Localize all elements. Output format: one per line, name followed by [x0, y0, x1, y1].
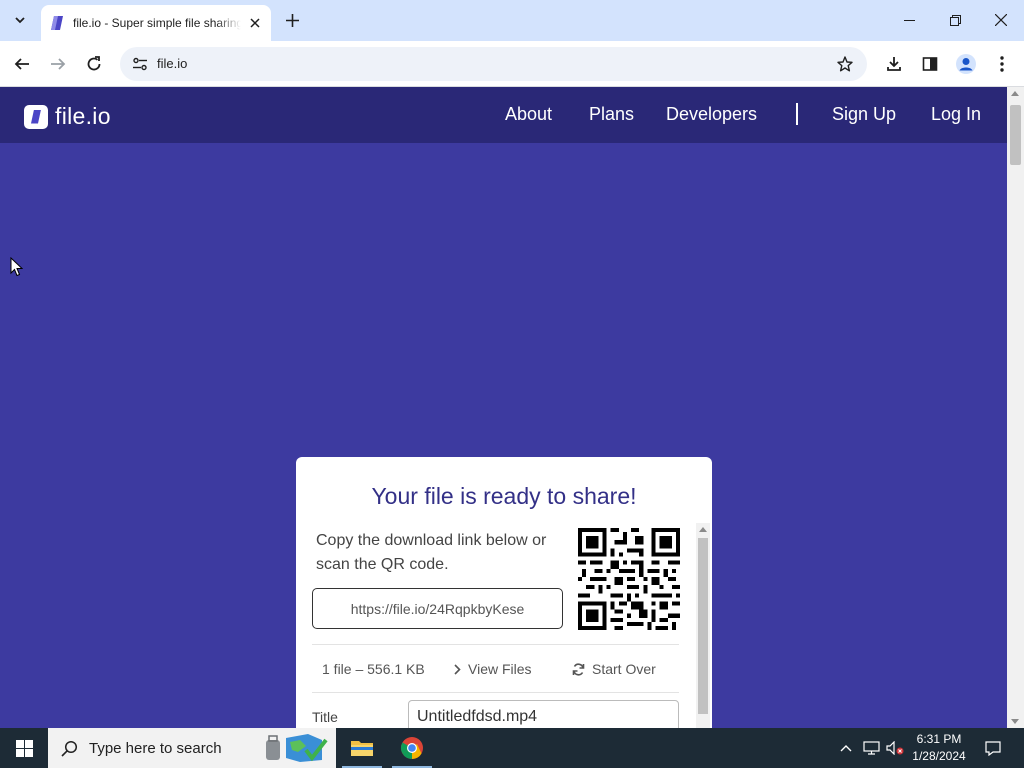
scroll-up-arrow-icon[interactable] [1011, 91, 1019, 96]
browser-tab-active[interactable]: file.io - Super simple file sharing [41, 5, 271, 41]
browser-toolbar: file.io [0, 41, 1024, 87]
nav-about[interactable]: About [505, 104, 552, 125]
profile-button[interactable] [952, 50, 980, 78]
plus-icon [285, 13, 299, 27]
scroll-up-arrow-icon[interactable] [699, 527, 707, 532]
page-content: Your file is ready to share! Copy the do… [0, 143, 1007, 728]
start-over-label: Start Over [592, 661, 656, 677]
tab-title: file.io - Super simple file sharing [73, 16, 241, 30]
chrome-icon [401, 737, 423, 759]
network-button[interactable] [860, 728, 882, 768]
qr-code-icon [578, 528, 680, 630]
file-info-text: 1 file – 556.1 KB [322, 661, 425, 677]
view-files-label: View Files [468, 661, 532, 677]
nav-log-in[interactable]: Log In [931, 104, 981, 125]
bookmark-star-icon[interactable] [833, 52, 857, 76]
notification-icon [985, 740, 1001, 756]
view-files-button[interactable]: View Files [454, 661, 532, 677]
divider [312, 692, 679, 693]
close-window-button[interactable] [978, 0, 1024, 40]
chevron-up-icon [840, 745, 852, 752]
folder-icon [351, 741, 373, 756]
site-info-icon[interactable] [128, 52, 152, 76]
tab-strip: file.io - Super simple file sharing [0, 0, 1024, 41]
share-description: Copy the download link below or scan the… [316, 532, 547, 573]
nav-divider [796, 103, 798, 125]
tab-search-button[interactable] [7, 8, 33, 32]
show-hidden-icons-button[interactable] [836, 728, 856, 768]
refresh-icon [572, 662, 585, 676]
nav-developers[interactable]: Developers [666, 104, 757, 125]
close-icon [995, 14, 1007, 26]
search-placeholder: Type here to search [89, 739, 222, 757]
nav-sign-up[interactable]: Sign Up [832, 104, 896, 125]
scroll-down-arrow-icon[interactable] [1011, 719, 1019, 724]
fileio-favicon-icon [50, 16, 64, 30]
address-bar[interactable]: file.io [120, 47, 867, 81]
menu-button[interactable] [988, 50, 1016, 78]
windows-logo-icon [15, 739, 33, 757]
nav-plans[interactable]: Plans [589, 104, 634, 125]
taskbar-chrome[interactable] [388, 728, 436, 768]
network-icon [862, 741, 880, 755]
page-scrollbar[interactable] [1007, 87, 1024, 728]
tab-close-icon[interactable] [247, 15, 263, 31]
kebab-menu-icon [1000, 56, 1004, 72]
divider [312, 644, 679, 645]
file-info: 1 file – 556.1 KB [322, 661, 425, 677]
minimize-icon [903, 19, 915, 21]
arrow-right-icon [51, 58, 66, 70]
chevron-down-icon [15, 17, 25, 24]
share-link-box[interactable]: https://file.io/24RqpkbyKese [312, 588, 563, 629]
download-icon [887, 57, 901, 71]
mouse-cursor-icon [10, 257, 23, 277]
start-button[interactable] [0, 728, 48, 768]
title-field[interactable] [408, 700, 679, 728]
share-card: Your file is ready to share! Copy the do… [296, 457, 712, 728]
clock-date: 1/28/2024 [912, 749, 966, 763]
site-logo[interactable]: file.io [24, 103, 111, 130]
address-text[interactable]: file.io [157, 56, 187, 71]
avatar-icon [956, 54, 976, 74]
notification-center-button[interactable] [978, 728, 1008, 768]
title-label: Title [312, 709, 338, 725]
taskbar-clock[interactable]: 6:31 PM 1/28/2024 [905, 731, 973, 765]
side-panel-button[interactable] [916, 50, 944, 78]
new-tab-button[interactable] [281, 9, 303, 31]
reload-button[interactable] [80, 50, 108, 78]
restore-icon [949, 14, 961, 26]
volume-button[interactable] [884, 728, 906, 768]
page-scrollbar-thumb[interactable] [1010, 105, 1021, 165]
arrow-left-icon [14, 58, 29, 70]
taskbar-file-explorer[interactable] [338, 728, 386, 768]
search-icon [61, 740, 78, 757]
forward-button[interactable] [44, 50, 72, 78]
card-scrollbar[interactable] [696, 523, 710, 728]
site-header: file.io About Plans Developers Sign Up L… [0, 87, 1007, 143]
start-over-button[interactable]: Start Over [572, 661, 656, 677]
reload-icon [87, 56, 101, 71]
chevron-right-icon [454, 663, 461, 675]
taskbar-search[interactable]: Type here to search [48, 728, 336, 768]
side-panel-icon [922, 57, 938, 71]
downloads-button[interactable] [880, 50, 908, 78]
logo-text: file.io [55, 103, 111, 129]
share-heading: Your file is ready to share! [371, 483, 637, 509]
card-scrollbar-thumb[interactable] [698, 538, 708, 714]
back-button[interactable] [8, 50, 36, 78]
logo-icon [24, 104, 48, 129]
clock-time: 6:31 PM [916, 732, 962, 746]
volume-muted-icon [886, 741, 904, 755]
restore-button[interactable] [932, 0, 978, 40]
search-highlight-icon [266, 734, 328, 762]
taskbar: Type here to search 6:31 PM 1/28/2024 [0, 728, 1024, 768]
minimize-button[interactable] [886, 0, 932, 40]
